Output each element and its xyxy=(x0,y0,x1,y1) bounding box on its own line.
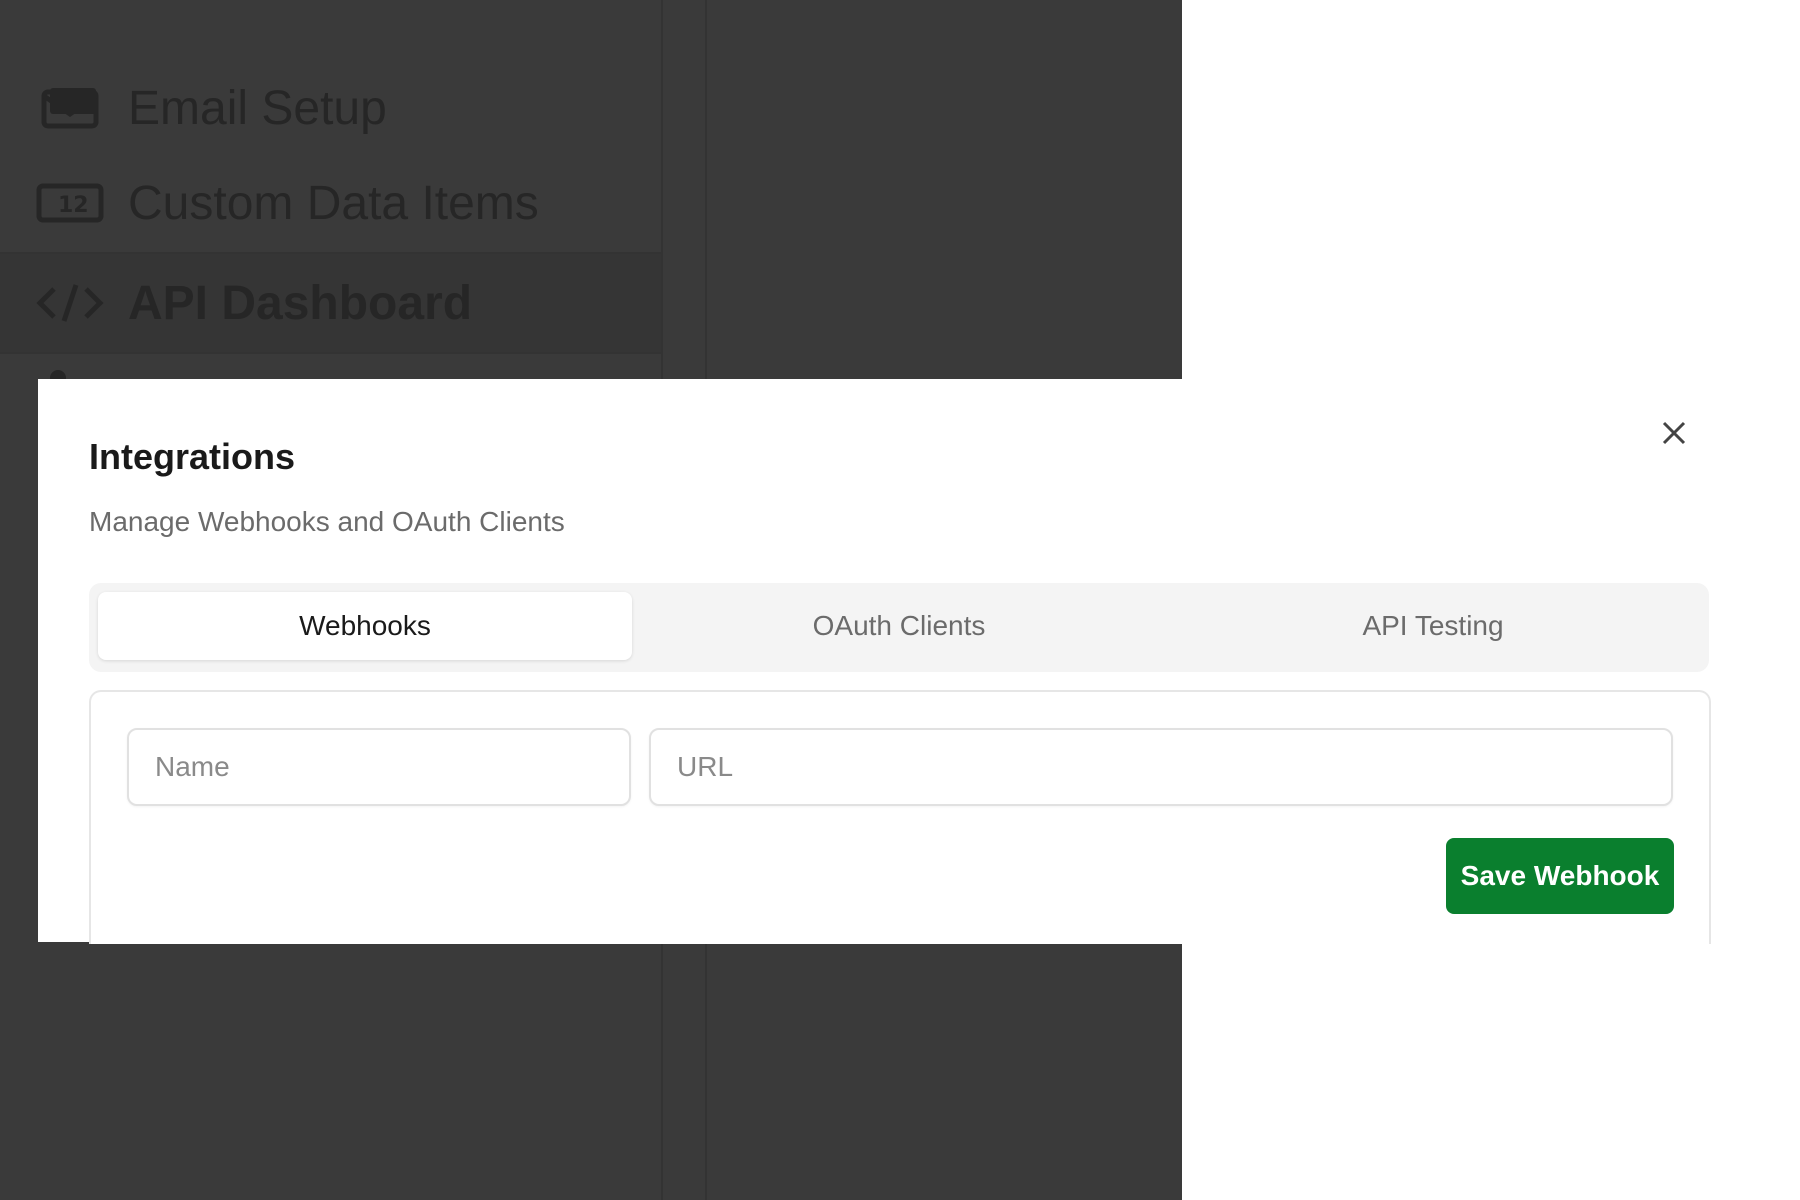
tab-bar: Webhooks OAuth Clients API Testing xyxy=(89,583,1709,672)
close-icon xyxy=(1662,421,1686,445)
sidebar-item-label: Email Setup xyxy=(128,81,387,135)
number-box-icon: 12 xyxy=(36,179,104,227)
code-icon xyxy=(36,279,104,327)
webhook-form-panel: Save Webhook xyxy=(89,690,1711,944)
close-button[interactable] xyxy=(1650,398,1698,468)
svg-text:12: 12 xyxy=(58,193,89,218)
sidebar-item-custom-data-items[interactable]: 12 Custom Data Items xyxy=(0,155,661,251)
screen: Email Setup 12 Custom Data Items API Das… xyxy=(0,0,1800,1200)
tab-webhooks[interactable]: Webhooks xyxy=(98,592,632,660)
webhook-url-input[interactable] xyxy=(649,728,1673,806)
sidebar-item-email-setup[interactable]: Email Setup xyxy=(0,60,661,156)
sidebar-item-label: API Dashboard xyxy=(128,276,473,330)
dialog-title: Integrations xyxy=(89,436,296,477)
tab-api-testing[interactable]: API Testing xyxy=(1166,592,1700,660)
webhook-name-input[interactable] xyxy=(127,728,631,806)
dialog-subtitle: Manage Webhooks and OAuth Clients xyxy=(89,506,565,537)
save-webhook-button[interactable]: Save Webhook xyxy=(1446,838,1674,914)
envelope-icon xyxy=(36,84,104,132)
tab-oauth-clients[interactable]: OAuth Clients xyxy=(632,592,1166,660)
sidebar-item-api-dashboard[interactable]: API Dashboard xyxy=(0,252,661,354)
sidebar-item-label: Custom Data Items xyxy=(128,176,539,230)
